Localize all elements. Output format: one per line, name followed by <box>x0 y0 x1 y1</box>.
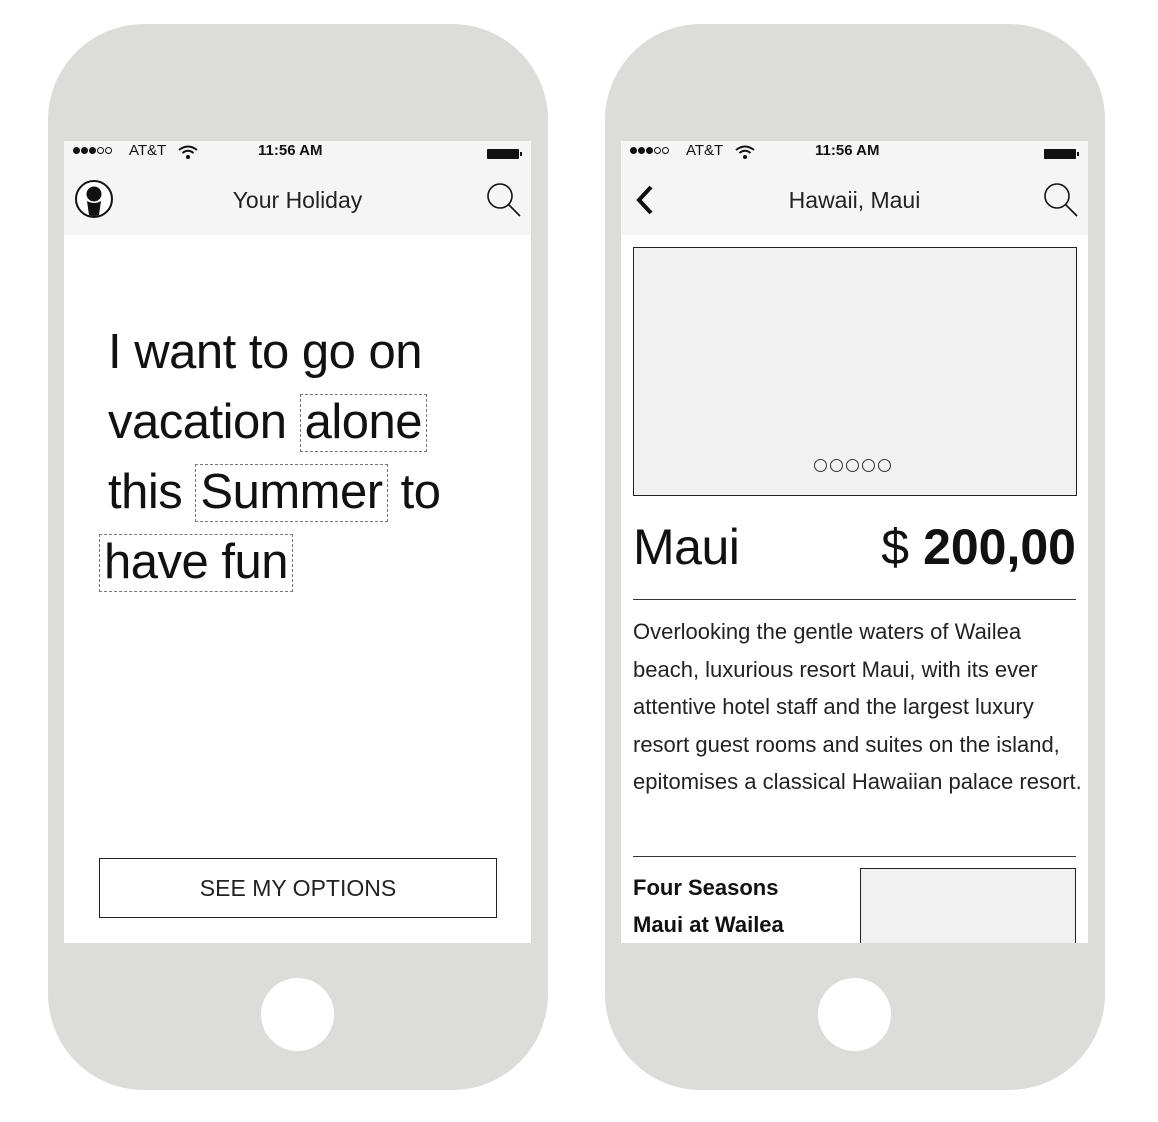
price-currency: $ <box>881 519 910 575</box>
signal-strength-icon <box>73 147 112 154</box>
search-icon[interactable] <box>485 181 523 224</box>
carousel-page-indicator <box>814 459 891 472</box>
phone-frame-left: AT&T 11:56 AM Your Holiday I want to go … <box>48 24 548 1090</box>
page-dot[interactable] <box>830 459 843 472</box>
purpose-selector[interactable]: have fun <box>99 534 293 592</box>
status-bar: AT&T 11:56 AM <box>621 141 1088 163</box>
companion-selector[interactable]: alone <box>299 394 428 452</box>
page-title: Hawaii, Maui <box>788 187 921 213</box>
sentence-text: vacation <box>108 395 287 449</box>
divider <box>633 856 1076 857</box>
hotel-name[interactable]: Four Seasons Maui at Wailea <box>633 869 833 943</box>
sentence-text: to <box>400 465 441 519</box>
carrier-name: AT&T <box>129 142 167 159</box>
season-selector[interactable]: Summer <box>195 464 388 522</box>
vacation-sentence: I want to go on vacation alone this Summ… <box>99 317 508 597</box>
battery-icon <box>487 149 522 159</box>
page-dot[interactable] <box>862 459 875 472</box>
price: $200,00 <box>881 518 1076 576</box>
wifi-icon <box>734 144 756 164</box>
sentence-text: this <box>108 465 183 519</box>
phone-frame-right: AT&T 11:56 AM Hawaii, Maui Maui $ 200,00… <box>605 24 1105 1090</box>
destination-name: Maui <box>633 519 740 575</box>
hotel-name-line: Maui at Wailea <box>633 912 784 937</box>
status-bar: AT&T 11:56 AM <box>64 141 531 163</box>
signal-strength-icon <box>630 147 669 154</box>
page-dot[interactable] <box>878 459 891 472</box>
hotel-image-placeholder[interactable] <box>860 868 1076 943</box>
battery-icon <box>1044 149 1079 159</box>
image-carousel[interactable] <box>633 247 1077 496</box>
page-dot[interactable] <box>814 459 827 472</box>
status-time: 11:56 AM <box>815 142 880 159</box>
sentence-text: I want to go on <box>108 325 422 379</box>
destination-description: Overlooking the gentle waters of Wailea … <box>633 619 1082 794</box>
navigation-bar: Hawaii, Maui <box>621 163 1088 235</box>
see-my-options-button[interactable]: SEE MY OPTIONS <box>99 858 497 918</box>
home-button[interactable] <box>261 978 334 1051</box>
page-title: Your Holiday <box>232 187 363 213</box>
status-time: 11:56 AM <box>258 142 323 159</box>
divider <box>633 599 1076 600</box>
navigation-bar: Your Holiday <box>64 163 531 235</box>
wifi-icon <box>177 144 199 164</box>
home-button[interactable] <box>818 978 891 1051</box>
carrier-name: AT&T <box>686 142 724 159</box>
screen-destination-detail: AT&T 11:56 AM Hawaii, Maui Maui $ 200,00… <box>621 141 1088 943</box>
search-icon[interactable] <box>1042 181 1080 224</box>
price-amount: 200,00 <box>923 519 1076 575</box>
screen-your-holiday: AT&T 11:56 AM Your Holiday I want to go … <box>64 141 531 943</box>
page-dot[interactable] <box>846 459 859 472</box>
hotel-name-line: Four Seasons <box>633 875 779 900</box>
